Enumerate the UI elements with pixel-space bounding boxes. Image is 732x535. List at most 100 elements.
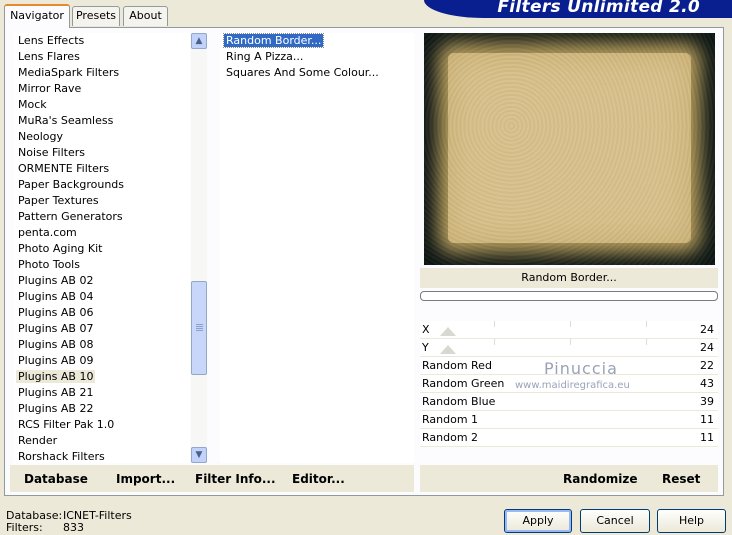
category-item[interactable]: MuRa's Seamless [16,113,115,129]
category-label: Photo Tools [18,258,80,271]
preview-paper [448,53,691,243]
help-button[interactable]: Help [657,509,726,533]
category-label: Plugins AB 07 [18,322,94,335]
parameter-value: 24 [700,341,714,354]
apply-button[interactable]: Apply [504,509,572,533]
category-item[interactable]: Lens Flares [16,49,82,65]
parameter-value: 24 [700,323,714,336]
slider-knob-icon[interactable] [440,345,456,354]
category-item[interactable]: Mirror Rave [16,81,83,97]
category-item[interactable]: Plugins AB 08 [16,337,95,353]
category-item[interactable]: Plugins AB 09 [16,353,95,369]
preview-image [424,33,715,265]
filters-count-value: 833 [63,521,84,534]
category-item[interactable]: RCS Filter Pak 1.0 [16,417,116,433]
category-item[interactable]: Noise Filters [16,145,87,161]
scroll-down-button[interactable]: ▼ [191,447,207,463]
right-link-bar: Randomize Reset [420,465,718,492]
slider-knob-icon[interactable] [440,327,456,336]
category-label: Plugins AB 08 [18,338,94,351]
category-scrollbar[interactable]: ▲ ▼ [191,33,207,463]
parameter-label: Random 2 [422,431,479,444]
parameter-row[interactable]: Random 1 11 [420,411,718,429]
parameter-row[interactable]: X 24 [420,321,718,339]
slider-tick [494,321,495,327]
category-item[interactable]: penta.com [16,225,79,241]
category-label: Rorshack Filters [18,450,105,463]
category-label: Lens Flares [18,50,80,63]
filter-item[interactable]: Random Border... [222,33,325,49]
parameter-label: Random Green [422,377,505,390]
category-label: Lens Effects [18,34,85,47]
tab-about[interactable]: About [123,6,168,26]
category-item[interactable]: Plugins AB 21 [16,385,95,401]
category-item[interactable]: ORMENTE Filters [16,161,111,177]
scroll-up-button[interactable]: ▲ [191,33,207,49]
progress-bar [420,291,718,301]
category-item[interactable]: Photo Tools [16,257,82,273]
category-item[interactable]: Photo Aging Kit [16,241,104,257]
category-item[interactable]: Paper Backgrounds [16,177,126,193]
tab-presets[interactable]: Presets [72,6,120,26]
cancel-button[interactable]: Cancel [580,509,650,533]
parameter-slider[interactable] [420,321,718,338]
category-label: ORMENTE Filters [18,162,110,175]
category-item[interactable]: Plugins AB 06 [16,305,95,321]
scroll-thumb[interactable] [191,281,207,375]
category-item[interactable]: Mock [16,97,49,113]
category-item[interactable]: Neology [16,129,65,145]
category-item[interactable]: Plugins AB 07 [16,321,95,337]
category-item[interactable]: Render [16,433,59,449]
database-link[interactable]: Database [24,472,88,486]
parameter-row[interactable]: Y 24 [420,339,718,357]
reset-link[interactable]: Reset [662,472,700,486]
brand-title: Filters Unlimited 2.0 [497,0,700,17]
parameter-value: 11 [700,413,714,426]
filter-item[interactable]: Squares And Some Colour... [224,65,381,81]
parameter-label: Random 1 [422,413,479,426]
randomize-link[interactable]: Randomize [563,472,637,486]
category-label: Photo Aging Kit [18,242,103,255]
slider-tick [494,339,495,345]
category-label: Plugins AB 10 [16,370,96,383]
filter-item[interactable]: Ring A Pizza... [224,49,305,65]
watermark-url: www.maidiregrafica.eu [515,380,630,391]
parameter-label: Random Red [422,359,492,372]
category-label: Noise Filters [18,146,85,159]
import-link[interactable]: Import... [116,472,175,486]
category-item[interactable]: Plugins AB 10 [16,369,96,385]
category-item[interactable]: Lens Effects [16,33,86,49]
filter-info-link[interactable]: Filter Info... [195,472,276,486]
category-item[interactable]: Plugins AB 02 [16,273,95,289]
category-list[interactable]: Lens Effects Lens Flares MediaSpark Filter… [14,33,190,463]
category-item[interactable]: MediaSpark Filters [16,65,121,81]
editor-link[interactable]: Editor... [292,472,345,486]
category-label: Plugins AB 06 [18,306,94,319]
category-item[interactable]: Rorshack Filters [16,449,107,463]
category-label: Plugins AB 09 [18,354,94,367]
filter-list[interactable]: Random Border... Ring A Pizza... Squares A… [220,33,414,463]
category-label: Paper Textures [18,194,99,207]
category-item[interactable]: Pattern Generators [16,209,125,225]
parameter-value: 43 [700,377,714,390]
filter-label: Ring A Pizza... [226,50,304,63]
watermark-name: Pinuccia [544,359,618,378]
parameter-row[interactable]: Random 2 11 [420,429,718,447]
category-label: MuRa's Seamless [18,114,114,127]
category-label: Plugins AB 02 [18,274,94,287]
category-label: penta.com [18,226,77,239]
category-label: Plugins AB 04 [18,290,94,303]
slider-tick [570,321,571,327]
slider-tick [646,321,647,327]
tab-navigator[interactable]: Navigator [4,4,70,28]
parameter-row[interactable]: Random Blue 39 [420,393,718,411]
scroll-grip-icon [196,324,203,325]
category-item[interactable]: Plugins AB 22 [16,401,95,417]
category-label: Render [18,434,58,447]
category-label: MediaSpark Filters [18,66,120,79]
parameter-slider[interactable] [420,339,718,356]
parameter-label: Random Blue [422,395,496,408]
filters-count-label: Filters: [6,521,43,534]
category-item[interactable]: Paper Textures [16,193,101,209]
category-item[interactable]: Plugins AB 04 [16,289,95,305]
